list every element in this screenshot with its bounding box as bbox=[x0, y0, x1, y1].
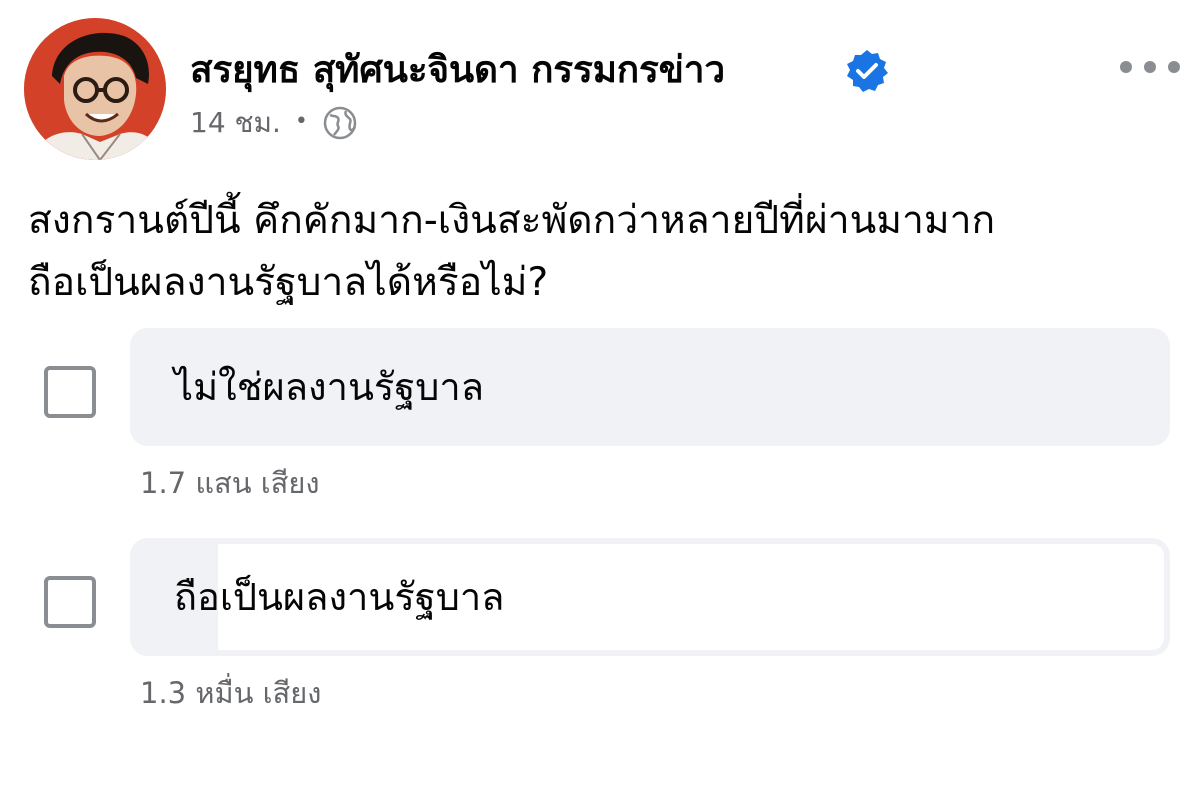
post-text-line: ถือเป็นผลงานรัฐบาลได้หรือไม่? bbox=[28, 260, 549, 305]
post-text-line: สงกรานต์ปีนี้ คึกคักมาก-เงินสะพัดกว่าหลา… bbox=[28, 198, 996, 243]
more-options-button[interactable] bbox=[1120, 54, 1180, 80]
facebook-post: สรยุทธ สุทัศนะจินดา กรรมกรข่าว 14 ชม. • … bbox=[0, 0, 1200, 798]
poll-option-bar[interactable]: ถือเป็นผลงานรัฐบาล bbox=[130, 538, 1170, 656]
poll-vote-count[interactable]: 1.7 แสน เสียง bbox=[140, 460, 320, 506]
timestamp[interactable]: 14 ชม. bbox=[190, 101, 281, 145]
separator-dot: • bbox=[294, 108, 308, 134]
poll-option-label: ถือเป็นผลงานรัฐบาล bbox=[174, 575, 505, 619]
more-options-icon bbox=[1120, 61, 1132, 73]
post-text: สงกรานต์ปีนี้ คึกคักมาก-เงินสะพัดกว่าหลา… bbox=[28, 190, 1178, 314]
more-options-icon bbox=[1144, 61, 1156, 73]
more-options-icon bbox=[1168, 61, 1180, 73]
verified-badge-icon bbox=[847, 50, 888, 92]
globe-icon bbox=[323, 106, 357, 140]
poll-option-checkbox[interactable] bbox=[44, 366, 96, 418]
avatar-photo-icon bbox=[24, 18, 166, 160]
poll-option-label: ไม่ใช่ผลงานรัฐบาล bbox=[174, 365, 485, 409]
poll-option-bar[interactable]: ไม่ใช่ผลงานรัฐบาล bbox=[130, 328, 1170, 446]
post-meta: 14 ชม. • bbox=[190, 102, 358, 144]
poll-vote-count[interactable]: 1.3 หมื่น เสียง bbox=[140, 670, 321, 716]
poll-option-checkbox[interactable] bbox=[44, 576, 96, 628]
author-name[interactable]: สรยุทธ สุทัศนะจินดา กรรมกรข่าว bbox=[190, 40, 725, 100]
avatar[interactable] bbox=[24, 18, 166, 160]
